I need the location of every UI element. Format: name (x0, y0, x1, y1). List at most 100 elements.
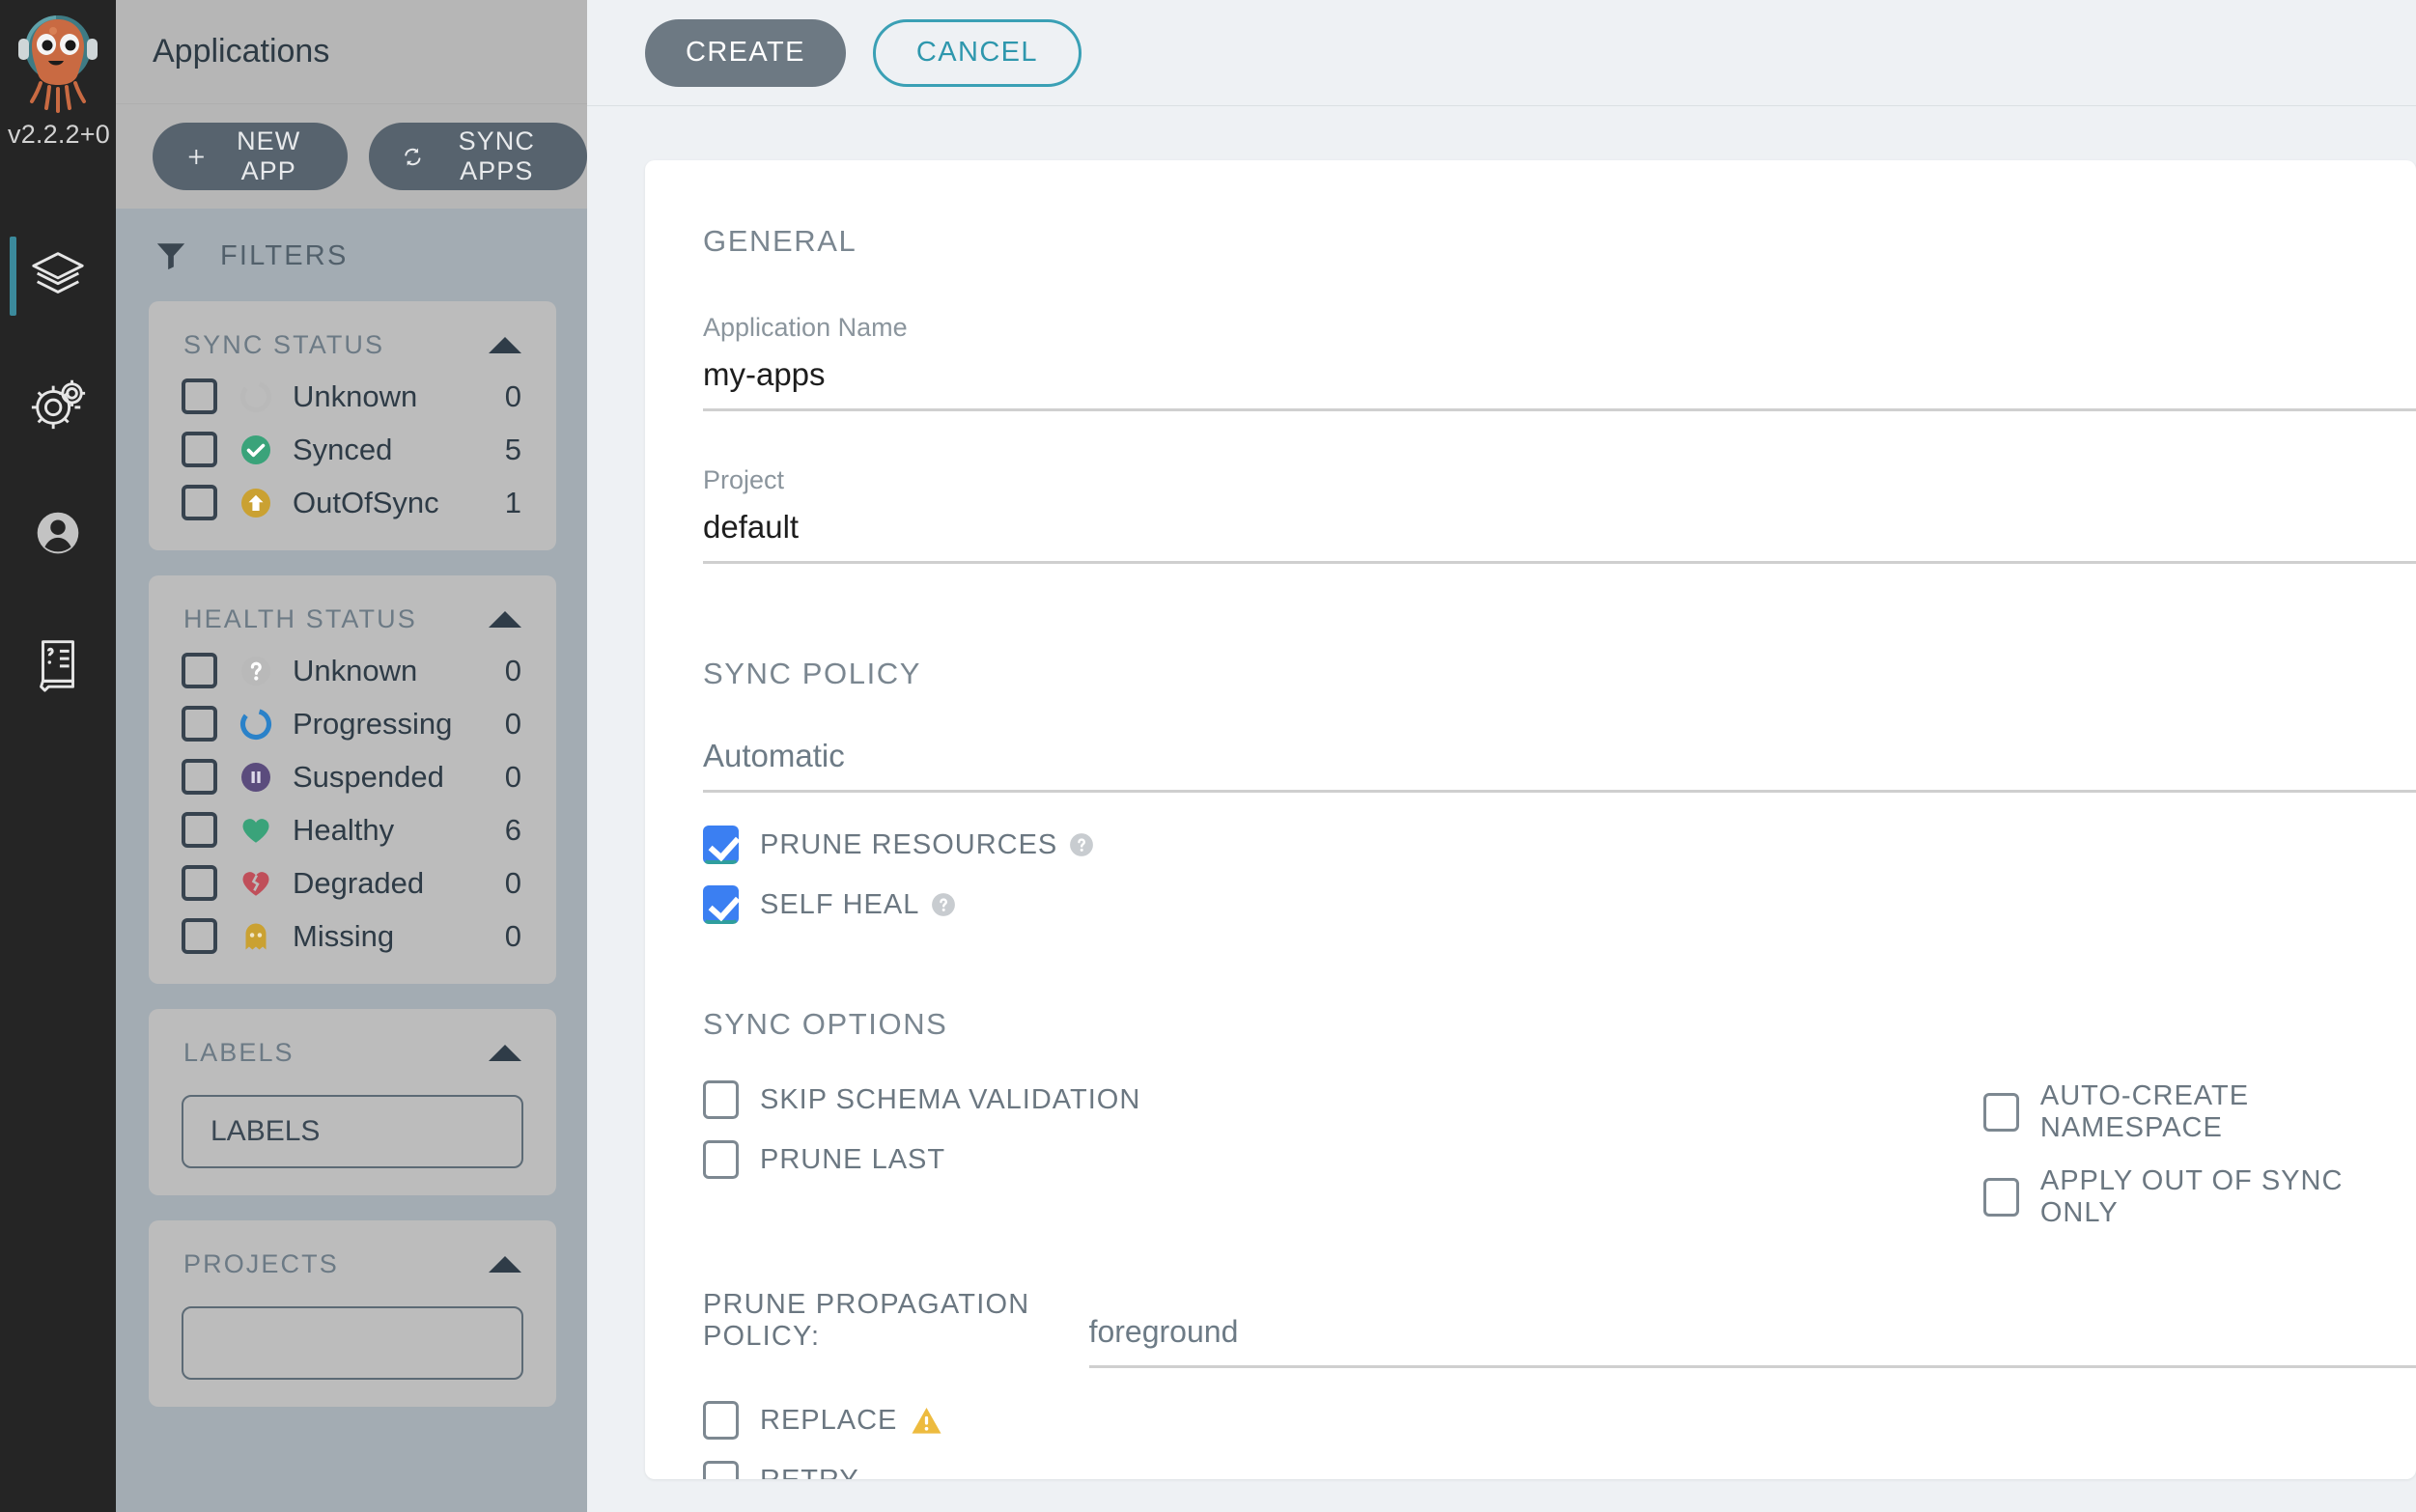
prune-last-checkbox[interactable] (703, 1140, 739, 1179)
filter-checkbox[interactable] (182, 432, 217, 467)
help-question-icon[interactable] (1069, 832, 1094, 857)
filter-row-sync-synced[interactable]: Synced 5 (149, 423, 556, 476)
sync-apps-label: SYNC APPS (439, 126, 554, 186)
filter-row-health-progressing[interactable]: Progressing 0 (149, 697, 556, 750)
replace-checkbox[interactable] (703, 1401, 739, 1440)
filter-count: 0 (505, 760, 521, 795)
collapse-caret-up-icon[interactable] (489, 611, 521, 628)
rail-item-applications[interactable] (0, 210, 116, 339)
prune-propagation-policy-row: PRUNE PROPAGATION POLICY: foreground (703, 1289, 2416, 1368)
create-button[interactable]: CREATE (645, 19, 846, 87)
filter-group-projects-header[interactable]: PROJECTS (149, 1238, 556, 1289)
cancel-button[interactable]: CANCEL (873, 19, 1082, 87)
filter-checkbox[interactable] (182, 759, 217, 795)
filter-group-labels-header[interactable]: LABELS (149, 1026, 556, 1078)
filter-label: OutOfSync (293, 486, 505, 520)
filter-row-health-degraded[interactable]: Degraded 0 (149, 856, 556, 910)
skip-schema-validation-checkbox[interactable] (703, 1080, 739, 1119)
filter-row-health-missing[interactable]: Missing 0 (149, 910, 556, 963)
left-nav-rail: v2.2.2+0 (0, 0, 116, 1512)
prune-last-label: PRUNE LAST (760, 1144, 945, 1176)
filter-checkbox[interactable] (182, 378, 217, 414)
prune-resources-row[interactable]: PRUNE RESOURCES (703, 826, 2416, 864)
replace-label: REPLACE (760, 1405, 897, 1437)
filter-checkbox[interactable] (182, 706, 217, 742)
project-label: Project (703, 465, 2416, 495)
filter-label: Unknown (293, 379, 505, 414)
collapse-caret-up-icon[interactable] (489, 337, 521, 353)
filter-checkbox[interactable] (182, 653, 217, 688)
self-heal-label: SELF HEAL (760, 889, 919, 921)
filter-row-health-unknown[interactable]: Unknown 0 (149, 644, 556, 697)
application-name-field[interactable]: Application Name my-apps (703, 313, 2416, 411)
prune-propagation-policy-select[interactable]: foreground (1089, 1314, 2416, 1368)
filter-count: 0 (505, 654, 521, 688)
pause-circle-purple-icon (239, 760, 273, 795)
sync-policy-field[interactable]: Automatic (703, 724, 2416, 793)
filter-count: 0 (505, 919, 521, 954)
retry-checkbox[interactable] (703, 1461, 739, 1479)
filter-label: Unknown (293, 654, 505, 688)
filter-checkbox[interactable] (182, 485, 217, 520)
apply-out-of-sync-only-label: APPLY OUT OF SYNC ONLY (2040, 1165, 2416, 1229)
apply-out-of-sync-only-checkbox[interactable] (1983, 1178, 2019, 1217)
filter-checkbox[interactable] (182, 812, 217, 848)
labels-input[interactable]: LABELS (182, 1095, 523, 1168)
self-heal-checkbox[interactable] (703, 885, 739, 924)
funnel-filter-icon (155, 239, 187, 272)
filters-label: FILTERS (220, 240, 349, 272)
projects-input[interactable] (182, 1306, 523, 1380)
help-question-icon[interactable] (931, 892, 956, 917)
filter-checkbox[interactable] (182, 865, 217, 901)
retry-label: RETRY (760, 1465, 859, 1480)
auto-create-namespace-row[interactable]: AUTO-CREATE NAMESPACE (1983, 1080, 2416, 1144)
version-label: v2.2.2+0 (0, 120, 116, 150)
filter-group-title: LABELS (183, 1038, 295, 1068)
rail-item-documentation[interactable] (0, 598, 116, 727)
filter-row-sync-outofsync[interactable]: OutOfSync 1 (149, 476, 556, 529)
filter-row-health-healthy[interactable]: Healthy 6 (149, 803, 556, 856)
replace-row[interactable]: REPLACE (703, 1401, 2416, 1440)
prune-resources-checkbox[interactable] (703, 826, 739, 864)
sync-options-right-column: AUTO-CREATE NAMESPACE APPLY OUT OF SYNC … (1983, 1059, 2416, 1229)
argo-octopus-logo-icon (8, 8, 108, 116)
skip-schema-validation-row[interactable]: SKIP SCHEMA VALIDATION (703, 1080, 1983, 1119)
ghost-gold-icon (239, 919, 273, 954)
filter-row-sync-unknown[interactable]: Unknown 0 (149, 370, 556, 423)
filter-checkbox[interactable] (182, 918, 217, 954)
auto-create-namespace-label: AUTO-CREATE NAMESPACE (2040, 1080, 2416, 1144)
collapse-caret-up-icon[interactable] (489, 1045, 521, 1061)
project-field[interactable]: Project default (703, 465, 2416, 564)
collapse-caret-up-icon[interactable] (489, 1256, 521, 1273)
sync-policy-select[interactable]: Automatic (703, 724, 2416, 793)
filter-group-sync-status-header[interactable]: SYNC STATUS (149, 319, 556, 370)
application-name-input[interactable]: my-apps (703, 343, 2416, 411)
filter-group-health-status-header[interactable]: HEALTH STATUS (149, 593, 556, 644)
warning-triangle-icon (911, 1406, 942, 1435)
main-panel: CREATE CANCEL GENERAL Application Name m… (587, 0, 2416, 1512)
rail-item-settings[interactable] (0, 339, 116, 468)
filter-count: 5 (505, 433, 521, 467)
new-app-label: NEW APP (223, 126, 315, 186)
self-heal-row[interactable]: SELF HEAL (703, 885, 2416, 924)
filter-count: 6 (505, 813, 521, 848)
rail-item-user-info[interactable] (0, 468, 116, 598)
prune-resources-label: PRUNE RESOURCES (760, 829, 1057, 861)
project-input[interactable]: default (703, 495, 2416, 564)
heart-green-icon (239, 813, 273, 848)
filter-label: Suspended (293, 760, 505, 795)
filter-label: Healthy (293, 813, 505, 848)
auto-create-namespace-checkbox[interactable] (1983, 1093, 2019, 1132)
sync-apps-button[interactable]: SYNC APPS (369, 123, 587, 190)
filter-count: 0 (505, 379, 521, 414)
question-circle-gray-icon (239, 654, 273, 688)
apply-out-of-sync-only-row[interactable]: APPLY OUT OF SYNC ONLY (1983, 1165, 2416, 1229)
prune-last-row[interactable]: PRUNE LAST (703, 1140, 1983, 1179)
application-name-label: Application Name (703, 313, 2416, 343)
filter-group-health-status: HEALTH STATUS Unknown 0 Progressing (149, 575, 556, 984)
filter-row-health-suspended[interactable]: Suspended 0 (149, 750, 556, 803)
new-app-button[interactable]: NEW APP (153, 123, 348, 190)
help-book-icon (28, 632, 88, 692)
retry-row[interactable]: RETRY (703, 1461, 2416, 1479)
filters-header: FILTERS (116, 209, 587, 301)
